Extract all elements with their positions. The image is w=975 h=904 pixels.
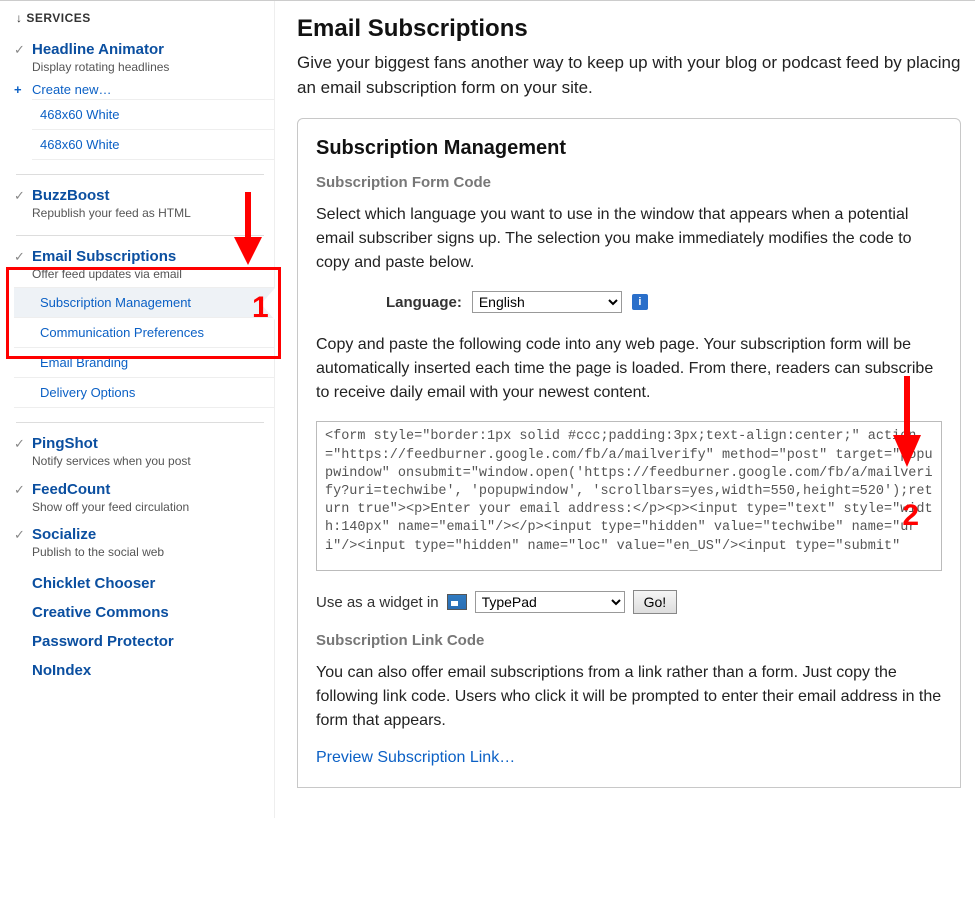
intro-text: Give your biggest fans another way to ke… — [297, 51, 961, 100]
annotation-arrow-1-icon — [228, 187, 268, 267]
widget-icon — [447, 594, 467, 610]
annotation-arrow-2-icon — [887, 371, 927, 471]
preview-subscription-link[interactable]: Preview Subscription Link… — [316, 749, 515, 766]
widget-row: Use as a widget in TypePad Go! — [316, 590, 942, 614]
headline-animator-link[interactable]: Headline Animator — [32, 41, 164, 58]
size-item-1[interactable]: 468x60 White — [32, 129, 274, 160]
language-select[interactable]: English — [472, 291, 622, 313]
check-icon: ✓ — [14, 527, 26, 543]
sidebar: ↓ SERVICES ✓ Headline Animator Display r… — [0, 1, 275, 818]
annotation-number-1: 1 — [252, 291, 269, 325]
socialize-desc: Publish to the social web — [32, 545, 274, 559]
main-content: Email Subscriptions Give your biggest fa… — [275, 1, 975, 818]
size-item-0[interactable]: 468x60 White — [32, 99, 274, 129]
check-icon: ✓ — [14, 249, 26, 265]
feedcount-desc: Show off your feed circulation — [32, 500, 274, 514]
password-protector-link[interactable]: Password Protector — [32, 627, 274, 656]
annotation-number-2: 2 — [902, 499, 919, 533]
check-icon: ✓ — [14, 482, 26, 498]
email-subscriptions-link[interactable]: Email Subscriptions — [32, 248, 176, 265]
widget-label: Use as a widget in — [316, 594, 439, 611]
info-icon[interactable]: i — [632, 294, 648, 310]
service-socialize: ✓ Socialize Publish to the social web — [14, 524, 274, 559]
language-label: Language: — [386, 294, 462, 311]
code-textarea[interactable] — [316, 421, 942, 571]
feedcount-link[interactable]: FeedCount — [32, 481, 110, 498]
link-code-text: You can also offer email subscriptions f… — [316, 661, 942, 733]
go-button[interactable]: Go! — [633, 590, 678, 614]
sidebar-item-delivery-options[interactable]: Delivery Options — [14, 377, 274, 408]
create-new-link[interactable]: Create new… — [32, 82, 111, 97]
headline-animator-desc: Display rotating headlines — [32, 60, 274, 74]
panel-title: Subscription Management — [316, 137, 942, 160]
annotation-box-1 — [6, 267, 281, 359]
plus-icon: + — [14, 82, 26, 97]
service-headline-animator: ✓ Headline Animator Display rotating hea… — [14, 39, 274, 160]
check-icon: ✓ — [14, 436, 26, 452]
socialize-link[interactable]: Socialize — [32, 526, 96, 543]
pingshot-link[interactable]: PingShot — [32, 435, 98, 452]
page-title: Email Subscriptions — [297, 15, 961, 43]
subscription-panel: Subscription Management Subscription For… — [297, 118, 961, 788]
copy-paste-text: Copy and paste the following code into a… — [316, 333, 942, 405]
form-code-heading: Subscription Form Code — [316, 174, 942, 191]
check-icon: ✓ — [14, 188, 26, 204]
buzzboost-link[interactable]: BuzzBoost — [32, 187, 110, 204]
service-pingshot: ✓ PingShot Notify services when you post — [14, 433, 274, 468]
widget-select[interactable]: TypePad — [475, 591, 625, 613]
service-feedcount: ✓ FeedCount Show off your feed circulati… — [14, 479, 274, 514]
creative-commons-link[interactable]: Creative Commons — [32, 598, 274, 627]
link-code-heading: Subscription Link Code — [316, 632, 942, 649]
noindex-link[interactable]: NoIndex — [32, 656, 274, 685]
chicklet-chooser-link[interactable]: Chicklet Chooser — [32, 569, 274, 598]
language-row: Language: English i — [386, 291, 942, 313]
check-icon: ✓ — [14, 42, 26, 58]
form-code-text: Select which language you want to use in… — [316, 203, 942, 275]
sidebar-header: ↓ SERVICES — [14, 11, 274, 25]
pingshot-desc: Notify services when you post — [32, 454, 274, 468]
